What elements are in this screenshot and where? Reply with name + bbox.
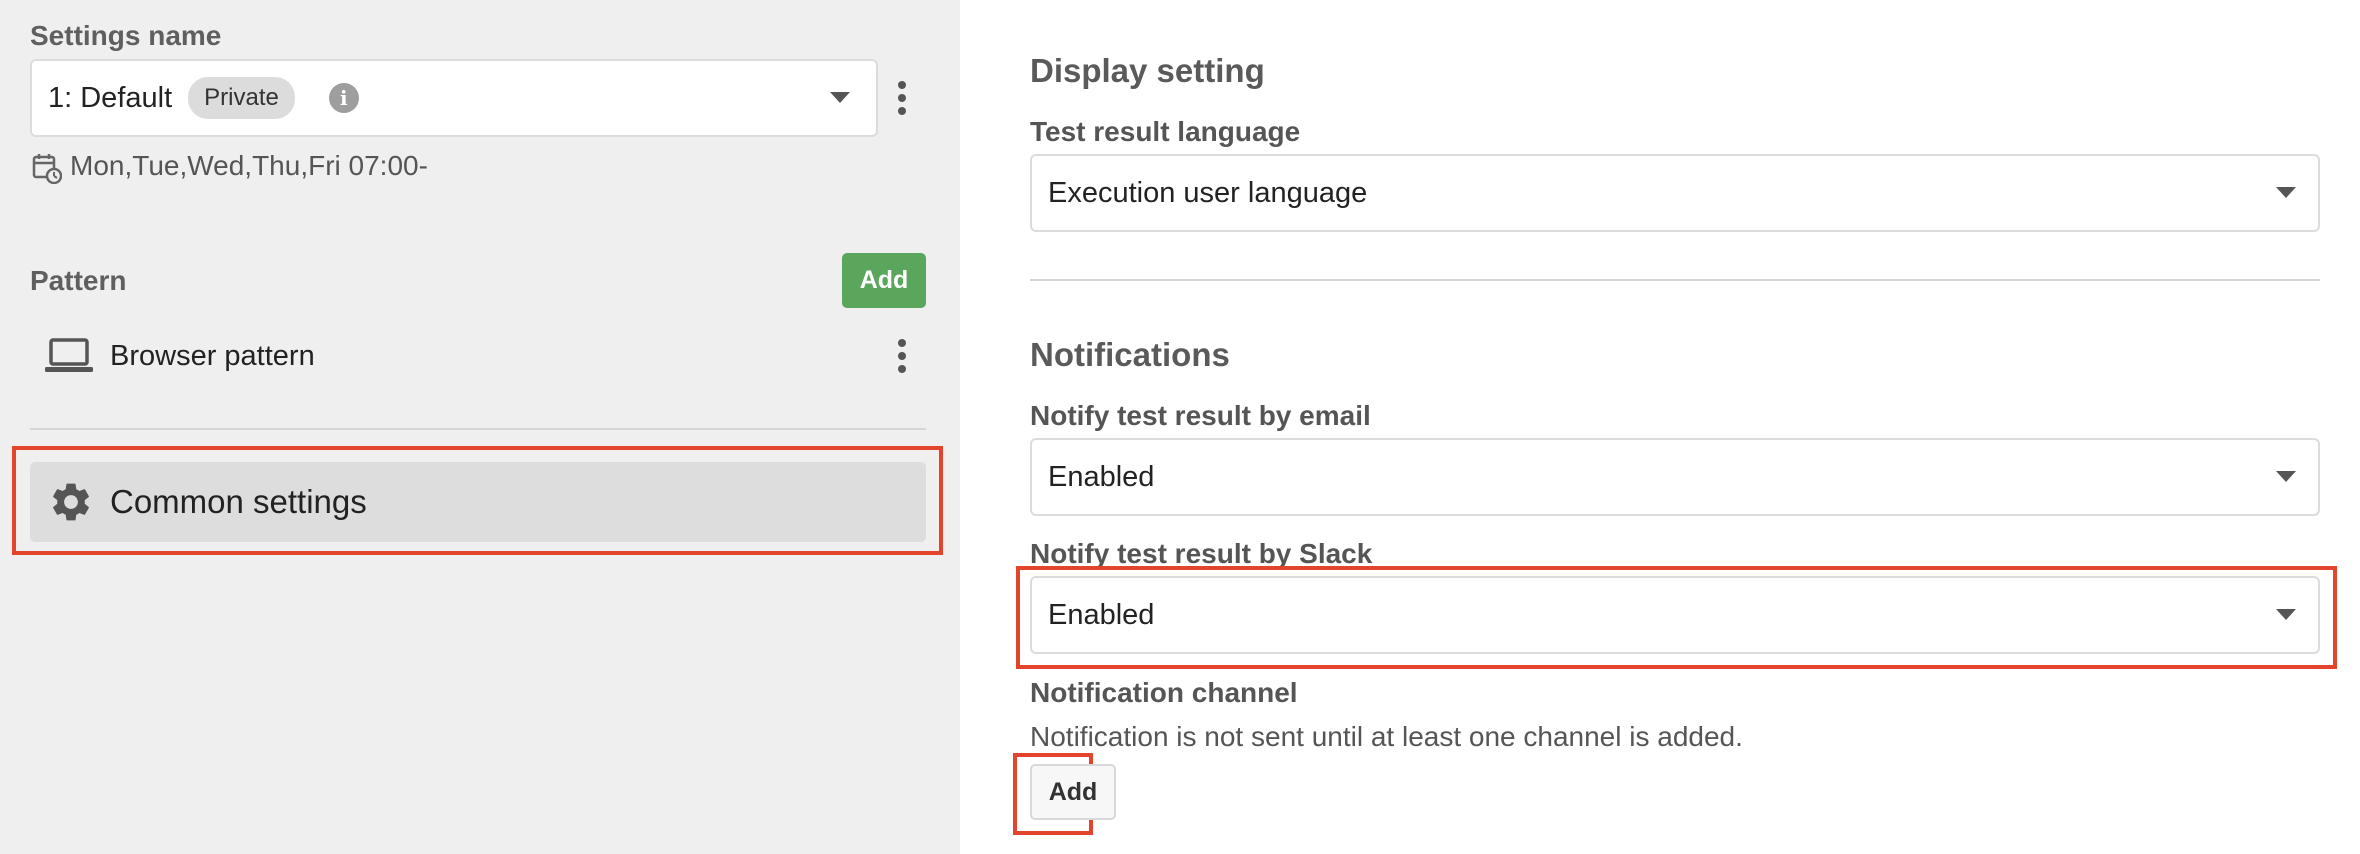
private-badge: Private: [188, 77, 295, 119]
add-pattern-button[interactable]: Add: [842, 253, 926, 308]
slack-notify-select[interactable]: Enabled: [1030, 576, 2320, 654]
settings-name-label: Settings name: [30, 20, 222, 51]
notification-channel-help: Notification is not sent until at least …: [1030, 721, 1743, 752]
test-result-language-select[interactable]: Execution user language: [1030, 154, 2320, 232]
settings-more-icon[interactable]: [894, 81, 910, 115]
gear-icon: [48, 479, 94, 525]
chevron-down-icon: [830, 92, 850, 103]
right-panel: Display setting Test result language Exe…: [960, 0, 2360, 854]
common-settings-item[interactable]: Common settings: [30, 462, 926, 542]
schedule-text: Mon,Tue,Wed,Thu,Fri 07:00-: [70, 150, 428, 181]
display-setting-title: Display setting: [1030, 52, 1265, 89]
calendar-clock-icon: [32, 152, 63, 185]
laptop-icon: [44, 336, 94, 376]
email-notify-value: Enabled: [1048, 460, 1155, 493]
notifications-title: Notifications: [1030, 336, 1230, 373]
pattern-item-label: Browser pattern: [110, 340, 315, 372]
left-panel: Settings name 1: Default Private i Mon,T…: [0, 0, 960, 854]
pattern-more-icon[interactable]: [894, 339, 910, 373]
email-notify-select[interactable]: Enabled: [1030, 438, 2320, 516]
slack-notify-value: Enabled: [1048, 598, 1155, 631]
add-channel-button[interactable]: Add: [1030, 764, 1116, 820]
settings-name-value: 1: Default: [48, 81, 173, 114]
test-result-language-label: Test result language: [1030, 116, 1301, 147]
chevron-down-icon: [2276, 609, 2296, 620]
chevron-down-icon: [2276, 471, 2296, 482]
left-divider: [30, 428, 926, 430]
chevron-down-icon: [2276, 187, 2296, 198]
right-divider: [1030, 279, 2320, 281]
info-icon[interactable]: i: [328, 83, 359, 113]
pattern-list-item[interactable]: Browser pattern: [30, 328, 930, 384]
notification-channel-label: Notification channel: [1030, 677, 1298, 708]
email-notify-label: Notify test result by email: [1030, 400, 1371, 431]
common-settings-label: Common settings: [110, 483, 367, 520]
test-result-language-value: Execution user language: [1048, 176, 1368, 209]
settings-name-select[interactable]: 1: Default Private i: [30, 59, 878, 137]
pattern-label: Pattern: [30, 265, 127, 296]
